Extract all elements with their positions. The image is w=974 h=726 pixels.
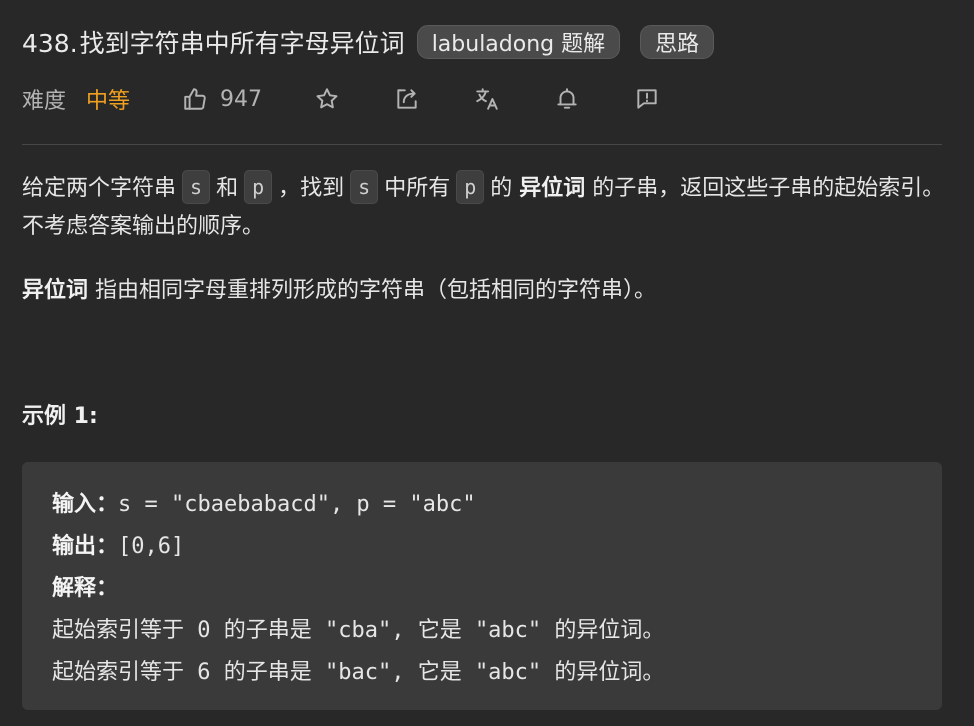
inline-code-p: p — [244, 170, 273, 204]
problem-title-text: 找到字符串中所有字母异位词 — [79, 29, 405, 58]
thumbs-up-icon — [182, 86, 208, 112]
translate-icon — [474, 86, 500, 112]
feedback-icon — [634, 86, 660, 112]
inline-code-p: p — [456, 170, 485, 204]
difficulty-value: 中等 — [86, 89, 131, 114]
labuladong-solution-tag[interactable]: labuladong 题解 — [416, 25, 621, 59]
title-row: 438.找到字符串中所有字母异位词 labuladong 题解 思路 — [22, 22, 715, 62]
bell-icon — [554, 86, 580, 112]
example-output-line: 输出：[0,6] — [52, 526, 912, 568]
example-explain-label-line: 解释： — [52, 568, 912, 610]
share-icon — [394, 86, 420, 112]
term-anagram: 异位词 — [22, 278, 89, 303]
desc-text: 给定两个字符串 — [22, 176, 177, 201]
desc-text: ，找到 — [278, 176, 345, 201]
problem-description: 给定两个字符串 s 和 p ，找到 s 中所有 p 的 异位词 的子串，返回这些子串的起始索引。… — [22, 170, 952, 310]
problem-title: 438.找到字符串中所有字母异位词 — [22, 24, 405, 60]
idea-tag[interactable]: 思路 — [640, 25, 715, 59]
output-value: [0,6] — [118, 534, 185, 559]
input-value: s = "cbaebabacd", p = "abc" — [118, 492, 476, 517]
description-paragraph-2: 异位词 指由相同字母重排列形成的字符串（包括相同的字符串）。 — [22, 272, 952, 310]
output-label: 输出： — [52, 534, 119, 559]
share-button[interactable] — [394, 86, 420, 112]
example-explain-line-1: 起始索引等于 0 的子串是 "cba", 它是 "abc" 的异位词。 — [52, 618, 665, 643]
feedback-button[interactable] — [634, 86, 660, 112]
example-code-block: 输入：s = "cbaebabacd", p = "abc" 输出：[0,6] … — [22, 462, 942, 710]
star-icon — [314, 86, 340, 112]
term-anagram: 异位词 — [519, 176, 586, 201]
example-input-line: 输入：s = "cbaebabacd", p = "abc" — [52, 484, 912, 526]
input-label: 输入： — [52, 492, 119, 517]
explain-label: 解释： — [52, 576, 119, 601]
translate-button[interactable] — [474, 86, 500, 112]
meta-row: 难度 中等 947 — [22, 82, 660, 116]
like-count: 947 — [220, 86, 263, 112]
problem-page: 438.找到字符串中所有字母异位词 labuladong 题解 思路 难度 中等… — [0, 0, 974, 726]
divider — [22, 144, 942, 145]
example-title: 示例 1: — [22, 404, 98, 429]
difficulty-label: 难度 — [22, 89, 67, 114]
like-button[interactable]: 947 — [182, 86, 262, 112]
desc-text: 和 — [216, 176, 239, 201]
inline-code-s: s — [350, 170, 379, 204]
notification-button[interactable] — [554, 86, 580, 112]
desc-text: 指由相同字母重排列形成的字符串（包括相同的字符串）。 — [95, 278, 657, 303]
inline-code-s: s — [182, 170, 211, 204]
desc-text: 的 — [490, 176, 513, 201]
problem-number: 438. — [22, 29, 78, 58]
description-paragraph-1: 给定两个字符串 s 和 p ，找到 s 中所有 p 的 异位词 的子串，返回这些子串的起始索引。… — [22, 170, 952, 246]
desc-text: 中所有 — [384, 176, 451, 201]
example-explain-line-2: 起始索引等于 6 的子串是 "bac", 它是 "abc" 的异位词。 — [52, 660, 665, 685]
favorite-button[interactable] — [314, 86, 340, 112]
